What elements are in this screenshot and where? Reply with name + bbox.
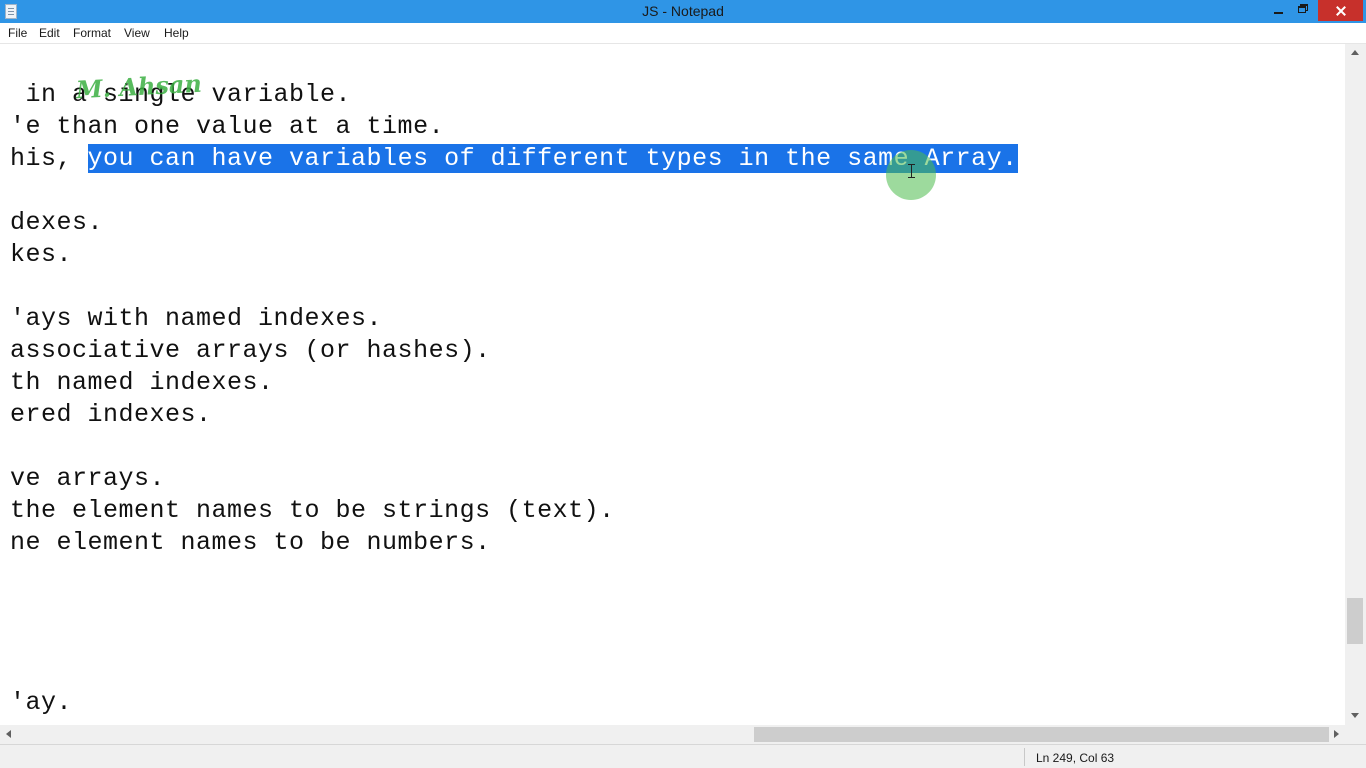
vertical-scroll-thumb[interactable] bbox=[1347, 598, 1363, 644]
text-line: associative arrays (or hashes). bbox=[10, 336, 491, 365]
horizontal-scroll-thumb[interactable] bbox=[754, 727, 1329, 742]
text-line: 'e than one value at a time. bbox=[10, 112, 445, 141]
text-line: 'ays with named indexes. bbox=[10, 304, 383, 333]
text-line: 'ay. bbox=[10, 688, 73, 717]
cursor-position: Ln 249, Col 63 bbox=[1036, 751, 1115, 765]
text-line: ve arrays. bbox=[10, 464, 166, 493]
minimize-button[interactable] bbox=[1266, 0, 1290, 21]
window-title: JS - Notepad bbox=[642, 3, 724, 19]
ibeam-cursor-icon bbox=[908, 164, 915, 178]
status-bar: Ln 249, Col 63 bbox=[0, 744, 1366, 768]
text-line: ered indexes. bbox=[10, 400, 212, 429]
close-button[interactable] bbox=[1318, 0, 1363, 21]
text-line: kes. bbox=[10, 240, 73, 269]
title-bar: JS - Notepad bbox=[0, 0, 1366, 23]
scroll-right-arrow-icon[interactable] bbox=[1325, 725, 1345, 744]
text-line: th named indexes. bbox=[10, 368, 274, 397]
text-line-prefix: his, bbox=[10, 144, 88, 173]
horizontal-scrollbar[interactable] bbox=[0, 725, 1345, 744]
text-line: the element names to be strings (text). bbox=[10, 496, 615, 525]
menu-bar: File Edit Format View Help bbox=[0, 23, 1366, 44]
restore-button[interactable] bbox=[1292, 0, 1316, 21]
menu-view[interactable]: View bbox=[124, 26, 150, 40]
status-divider bbox=[1024, 748, 1025, 766]
text-line: ne element names to be numbers. bbox=[10, 528, 491, 557]
text-line: his, you can have variables of different… bbox=[10, 144, 1018, 173]
menu-file[interactable]: File bbox=[8, 26, 27, 40]
text-editor[interactable]: in a single variable. 'e than one value … bbox=[0, 44, 1345, 725]
scrollbar-corner bbox=[1345, 725, 1366, 744]
text-line: dexes. bbox=[10, 208, 104, 237]
scroll-down-arrow-icon[interactable] bbox=[1345, 707, 1366, 725]
menu-edit[interactable]: Edit bbox=[39, 26, 60, 40]
scroll-up-arrow-icon[interactable] bbox=[1345, 44, 1366, 62]
menu-help[interactable]: Help bbox=[164, 26, 189, 40]
menu-format[interactable]: Format bbox=[73, 26, 111, 40]
selected-text: you can have variables of different type… bbox=[87, 144, 1018, 173]
vertical-scrollbar[interactable] bbox=[1345, 44, 1366, 725]
scroll-left-arrow-icon[interactable] bbox=[0, 725, 20, 744]
